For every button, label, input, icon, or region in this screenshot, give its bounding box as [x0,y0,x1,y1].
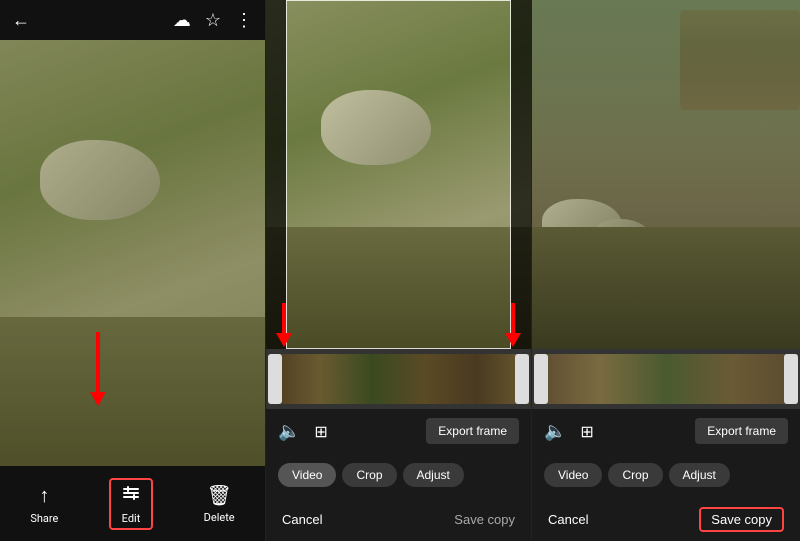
grid-icon-3[interactable]: ⊞ [580,422,593,441]
timeline-handle-left[interactable] [268,354,282,404]
more-icon[interactable]: ⋮ [235,10,253,31]
timeline-inner-3 [534,354,798,404]
bottom-toolbar-1: ↑ Share Edit 🗑 Delete [0,466,265,541]
volume-icon-3[interactable]: 🔈 [544,421,566,442]
cancel-button-3[interactable]: Cancel [548,512,588,527]
tab-crop-2[interactable]: Crop [342,463,396,487]
timeline-strip-2 [266,349,531,409]
ground-3 [532,227,800,349]
export-frame-button-3[interactable]: Export frame [695,418,788,444]
video-background-1 [0,40,265,466]
tabs-bar-3: Video Crop Adjust [532,453,800,497]
delete-button[interactable]: 🗑 Delete [194,479,245,528]
panel-3: 🔈 ⊞ Export frame Video Crop Adjust Cance… [532,0,800,541]
timeline-strip-3 [532,349,800,409]
crop-overlay-left [266,0,286,349]
timeline-handle-left-3[interactable] [534,354,548,404]
bottom-actions-2: Cancel Save copy [266,497,531,541]
timeline-controls-3: 🔈 ⊞ Export frame [532,409,800,453]
video-area-2 [266,0,531,349]
tab-adjust-3[interactable]: Adjust [669,463,730,487]
tab-adjust-2[interactable]: Adjust [403,463,464,487]
timeline-controls-2: 🔈 ⊞ Export frame [266,409,531,453]
grid-icon-2[interactable]: ⊞ [314,422,327,441]
panel-1: ← ☁ ☆ ⋮ ↑ Share [0,0,266,541]
edit-button[interactable]: Edit [109,478,153,530]
save-copy-button-3[interactable]: Save copy [699,507,784,532]
share-button[interactable]: ↑ Share [20,479,68,529]
cloud-icon[interactable]: ☁ [173,10,191,31]
delete-icon: 🗑 [206,483,231,507]
back-icon[interactable]: ← [12,10,30,31]
tabs-bar-2: Video Crop Adjust [266,453,531,497]
share-icon: ↑ [39,483,49,508]
volume-icon-2[interactable]: 🔈 [278,421,300,442]
timeline-inner-2 [268,354,529,404]
blur-layer-1 [0,40,265,466]
tab-video-2[interactable]: Video [278,463,336,487]
video-area-1 [0,40,265,466]
cancel-button-2[interactable]: Cancel [282,512,322,527]
edit-icon [121,483,141,508]
tab-crop-3[interactable]: Crop [608,463,662,487]
save-copy-button-2[interactable]: Save copy [454,512,515,527]
star-icon[interactable]: ☆ [205,10,221,31]
red-arrow-right-2 [505,303,521,347]
video-area-3 [532,0,800,349]
top-bar-1: ← ☁ ☆ ⋮ [0,0,265,40]
export-frame-button-2[interactable]: Export frame [426,418,519,444]
timeline-handle-right-3[interactable] [784,354,798,404]
edit-label: Edit [122,512,141,525]
delete-label: Delete [204,511,235,524]
bottom-actions-3: Cancel Save copy [532,497,800,541]
crop-frame [286,0,511,349]
share-label: Share [30,512,58,525]
red-arrow-1 [90,332,106,406]
red-arrow-left-2 [276,303,292,347]
crop-overlay-right [511,0,531,349]
tab-video-3[interactable]: Video [544,463,602,487]
panel-2: 🔈 ⊞ Export frame Video Crop Adjust Cance… [266,0,532,541]
timeline-handle-right[interactable] [515,354,529,404]
